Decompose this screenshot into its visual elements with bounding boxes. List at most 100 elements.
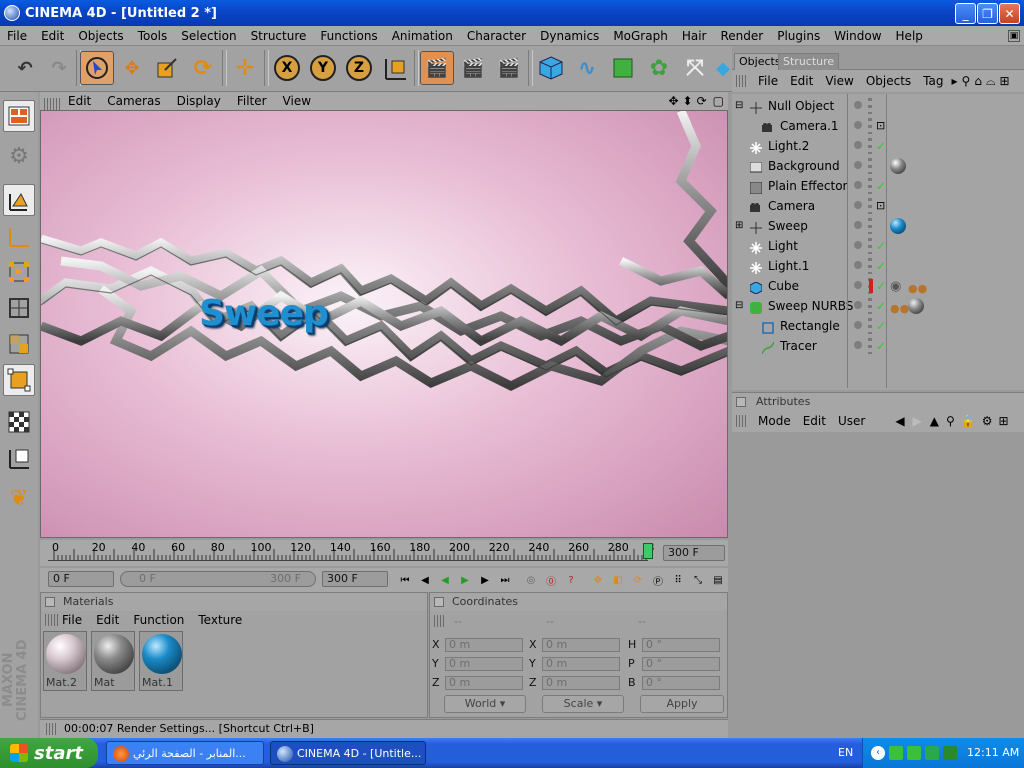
size-z-field[interactable]: 0 m xyxy=(542,676,620,690)
pos-z-field[interactable]: 0 m xyxy=(445,676,523,690)
x-axis-button[interactable]: X xyxy=(270,51,304,85)
new-panel-icon[interactable]: ⊞ xyxy=(996,414,1012,428)
render-visibility-icon[interactable] xyxy=(868,238,872,254)
object-tree-row[interactable]: Background xyxy=(732,156,1024,176)
panel-checkbox[interactable] xyxy=(434,597,444,607)
camera-target-icon[interactable]: ⊡ xyxy=(876,116,885,136)
pos-y-field[interactable]: 0 m xyxy=(445,657,523,671)
render-visibility-icon[interactable] xyxy=(868,138,872,154)
pan-icon[interactable]: ✥ xyxy=(666,94,680,108)
settings-icon[interactable]: ⚙ xyxy=(979,414,996,428)
edges-tool-icon[interactable] xyxy=(3,292,35,324)
panel-checkbox[interactable] xyxy=(736,397,746,407)
render-view-icon[interactable]: 🎬 xyxy=(420,51,454,85)
frame-range-slider[interactable]: 0 F 300 F xyxy=(120,571,316,587)
rotate-icon[interactable]: ⟳ xyxy=(186,51,220,85)
grip-icon[interactable] xyxy=(736,415,748,427)
grip-icon[interactable] xyxy=(736,75,748,87)
object-tree-row[interactable]: Rectangle ✓ xyxy=(732,316,1024,336)
object-name[interactable]: Camera xyxy=(768,196,815,216)
timeline[interactable]: 0 20 40 60 80 100 120 140 160 180 200 220 240 260 280 3… xyxy=(40,540,728,566)
select-arrow-icon[interactable] xyxy=(80,51,114,85)
enabled-check-icon[interactable]: ✓ xyxy=(876,256,886,276)
object-name[interactable]: Light.1 xyxy=(768,256,809,276)
key-parameter-icon[interactable]: Ⓟ xyxy=(650,572,666,588)
new-panel-icon[interactable]: ⊞ xyxy=(997,74,1011,88)
object-name[interactable]: Rectangle xyxy=(780,316,840,336)
expand-toggle-icon[interactable]: ⊟ xyxy=(735,296,743,316)
forward-arrow-icon[interactable]: ▶ xyxy=(909,414,926,428)
interpolation-icon[interactable]: ⤡ xyxy=(690,572,706,588)
menu-tools[interactable]: Tools xyxy=(131,29,175,43)
menu-hair[interactable]: Hair xyxy=(675,29,714,43)
object-name[interactable]: Tracer xyxy=(780,336,817,356)
play-backwards-icon[interactable]: ◀ xyxy=(437,572,453,588)
rot-p-field[interactable]: 0 ° xyxy=(642,657,720,671)
network-icon[interactable] xyxy=(889,746,903,760)
render-visibility-icon[interactable] xyxy=(868,318,872,334)
current-frame-field[interactable]: 0 F xyxy=(48,571,114,587)
visibility-dot-icon[interactable] xyxy=(854,261,862,269)
scale-icon[interactable] xyxy=(150,51,184,85)
timeline-playhead[interactable] xyxy=(643,543,653,559)
grip-icon[interactable] xyxy=(434,615,444,627)
visibility-dot-icon[interactable] xyxy=(854,321,862,329)
back-arrow-icon[interactable]: ◀ xyxy=(891,414,908,428)
goto-start-icon[interactable]: ⏮ xyxy=(397,572,413,588)
add-move-icon[interactable]: ✛ xyxy=(228,51,262,85)
minimize-button[interactable]: _ xyxy=(955,3,976,24)
menu-selection[interactable]: Selection xyxy=(174,29,243,43)
menu-window[interactable]: Window xyxy=(827,29,888,43)
attributes-menu-edit[interactable]: Edit xyxy=(797,414,832,428)
next-frame-icon[interactable]: ▶ xyxy=(477,572,493,588)
render-region-icon[interactable]: 🎬 xyxy=(456,51,490,85)
attributes-menu-user[interactable]: User xyxy=(832,414,871,428)
model-tool-icon[interactable] xyxy=(3,364,35,396)
key-pla-icon[interactable]: ⠿ xyxy=(670,572,686,588)
enabled-check-icon[interactable]: ✓ xyxy=(876,316,886,336)
move-icon[interactable]: ✥ xyxy=(115,51,149,85)
camera-target-icon[interactable]: ⊡ xyxy=(876,196,885,216)
materials-menu-edit[interactable]: Edit xyxy=(89,613,126,627)
texture-tool-icon[interactable] xyxy=(3,406,35,438)
viewport-menu-cameras[interactable]: Cameras xyxy=(99,94,168,108)
visibility-dot-icon[interactable] xyxy=(854,301,862,309)
collapse-icon[interactable]: ⌓ xyxy=(984,74,998,89)
object-tree-row[interactable]: Plain Effector ✓ xyxy=(732,176,1024,196)
coordinate-system-icon[interactable] xyxy=(378,51,412,85)
object-name[interactable]: Sweep NURBS xyxy=(768,296,853,316)
visibility-dot-icon[interactable] xyxy=(854,201,862,209)
expand-toggle-icon[interactable]: ⊟ xyxy=(735,96,743,116)
materials-menu-function[interactable]: Function xyxy=(126,613,191,627)
z-axis-button[interactable]: Z xyxy=(342,51,376,85)
material-tag-icon[interactable] xyxy=(890,158,906,174)
menu-file[interactable]: File xyxy=(0,29,34,43)
enabled-check-icon[interactable]: ✓ xyxy=(876,296,886,316)
enabled-check-icon[interactable]: ✓ xyxy=(876,176,886,196)
home-icon[interactable]: ⌂ xyxy=(972,74,984,88)
render-visibility-icon[interactable] xyxy=(868,158,872,174)
search-icon[interactable]: ⚲ xyxy=(943,414,958,428)
spline-icon[interactable]: ∿ xyxy=(570,51,604,85)
object-tree-row[interactable]: ⊟ Sweep NURBS ✓ ●● xyxy=(732,296,1024,316)
visibility-dot-icon[interactable] xyxy=(854,221,862,229)
enabled-check-icon[interactable]: ✓ xyxy=(876,136,886,156)
scene-icon[interactable]: ◆ xyxy=(714,51,732,85)
render-visibility-icon[interactable] xyxy=(868,298,872,314)
points-tool-icon[interactable] xyxy=(3,256,35,288)
key-rotation-icon[interactable]: ⟳ xyxy=(630,572,646,588)
visibility-dot-icon[interactable] xyxy=(854,161,862,169)
material-swatch[interactable]: Mat xyxy=(91,631,135,691)
world-dropdown[interactable]: World ▾ xyxy=(444,695,526,713)
key-position-icon[interactable]: ✥ xyxy=(590,572,606,588)
tab-structure[interactable]: Structure xyxy=(778,53,840,70)
menu-functions[interactable]: Functions xyxy=(313,29,384,43)
sync-icon[interactable] xyxy=(925,746,939,760)
rot-h-field[interactable]: 0 ° xyxy=(642,638,720,652)
y-axis-button[interactable]: Y xyxy=(306,51,340,85)
3d-viewport[interactable]: Sweep xyxy=(40,110,728,538)
tray-expand-icon[interactable]: ‹ xyxy=(871,746,885,760)
objects-menu-objects[interactable]: Objects xyxy=(860,74,917,88)
use-model-tool-icon[interactable] xyxy=(3,184,35,216)
object-name[interactable]: Light.2 xyxy=(768,136,809,156)
